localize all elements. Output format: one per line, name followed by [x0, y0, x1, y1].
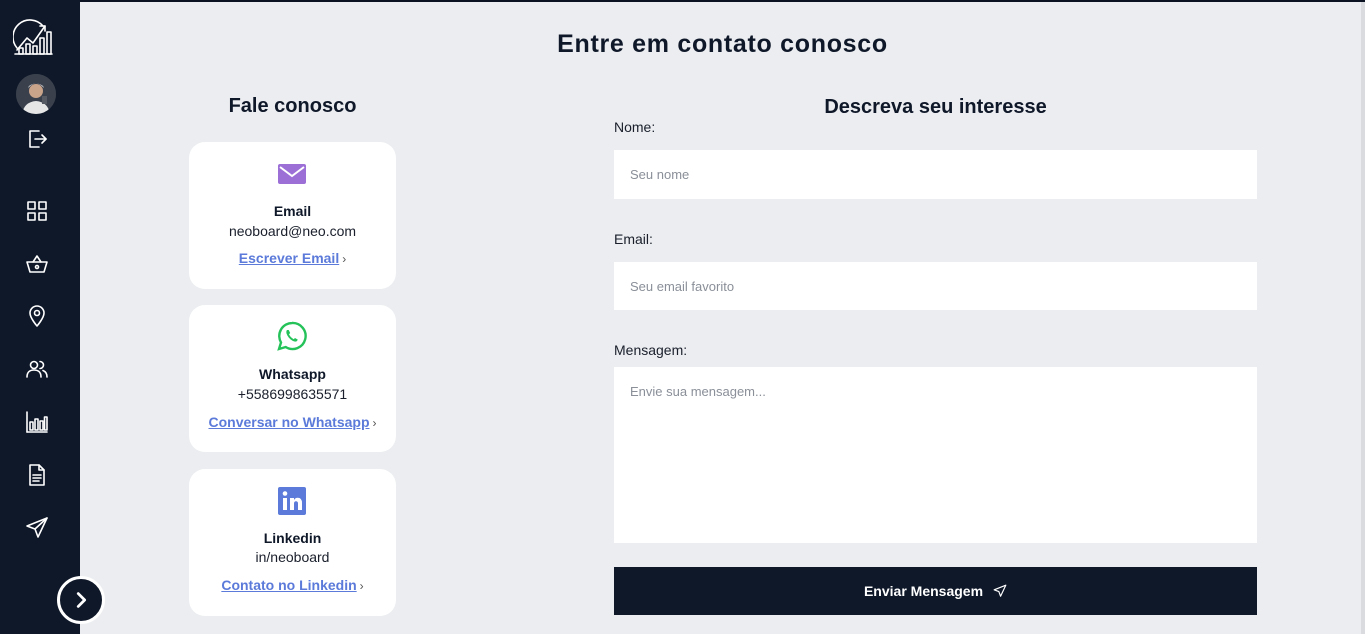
send-icon [993, 584, 1007, 597]
page-title: Entre em contato conosco [557, 30, 888, 58]
top-border [0, 0, 1365, 2]
sidebar [0, 0, 80, 634]
users-icon[interactable] [22, 354, 52, 384]
email-link[interactable]: Escrever Email › [189, 250, 396, 266]
name-label: Nome: [614, 119, 656, 135]
linkedin-link[interactable]: Contato no Linkedin › [189, 577, 396, 593]
whatsapp-icon [277, 321, 307, 351]
send-icon[interactable] [22, 513, 52, 543]
dashboard-icon[interactable] [22, 196, 52, 226]
card-value: neoboard@neo.com [228, 223, 357, 239]
email-input[interactable] [614, 262, 1257, 310]
contact-section-title: Fale conosco [228, 95, 357, 117]
name-input[interactable] [614, 150, 1257, 199]
card-title: Email [273, 203, 312, 219]
chevron-right-icon: › [359, 579, 364, 593]
card-title: Whatsapp [259, 366, 326, 382]
envelope-icon [277, 159, 307, 189]
send-message-button[interactable]: Enviar Mensagem [614, 567, 1257, 615]
email-card: Email neoboard@neo.com Escrever Email › [189, 142, 396, 289]
chevron-right-icon [76, 592, 87, 608]
card-value: +5586998635571 [237, 386, 348, 402]
form-section-title: Descreva seu interesse [824, 96, 1047, 118]
message-textarea[interactable] [614, 367, 1257, 543]
whatsapp-card: Whatsapp +5586998635571 Conversar no Wha… [189, 305, 396, 452]
card-value: in/neoboard [255, 549, 330, 565]
card-title: Linkedin [263, 530, 322, 546]
scrollbar[interactable] [1361, 2, 1365, 634]
logout-icon[interactable] [22, 124, 52, 154]
email-label: Email: [614, 231, 653, 247]
chevron-right-icon: › [372, 416, 377, 430]
location-pin-icon[interactable] [22, 301, 52, 331]
sidebar-expand-button[interactable] [57, 576, 105, 624]
logo-icon[interactable] [12, 18, 55, 58]
linkedin-card: Linkedin in/neoboard Contato no Linkedin… [189, 469, 396, 616]
send-button-label: Enviar Mensagem [863, 583, 984, 599]
linkedin-icon [277, 486, 307, 516]
whatsapp-link[interactable]: Conversar no Whatsapp › [189, 414, 396, 430]
bar-chart-icon[interactable] [22, 407, 52, 437]
basket-icon[interactable] [22, 249, 52, 279]
document-icon[interactable] [22, 460, 52, 490]
chevron-right-icon: › [342, 252, 347, 266]
avatar[interactable] [16, 74, 56, 114]
message-label: Mensagem: [614, 342, 688, 358]
